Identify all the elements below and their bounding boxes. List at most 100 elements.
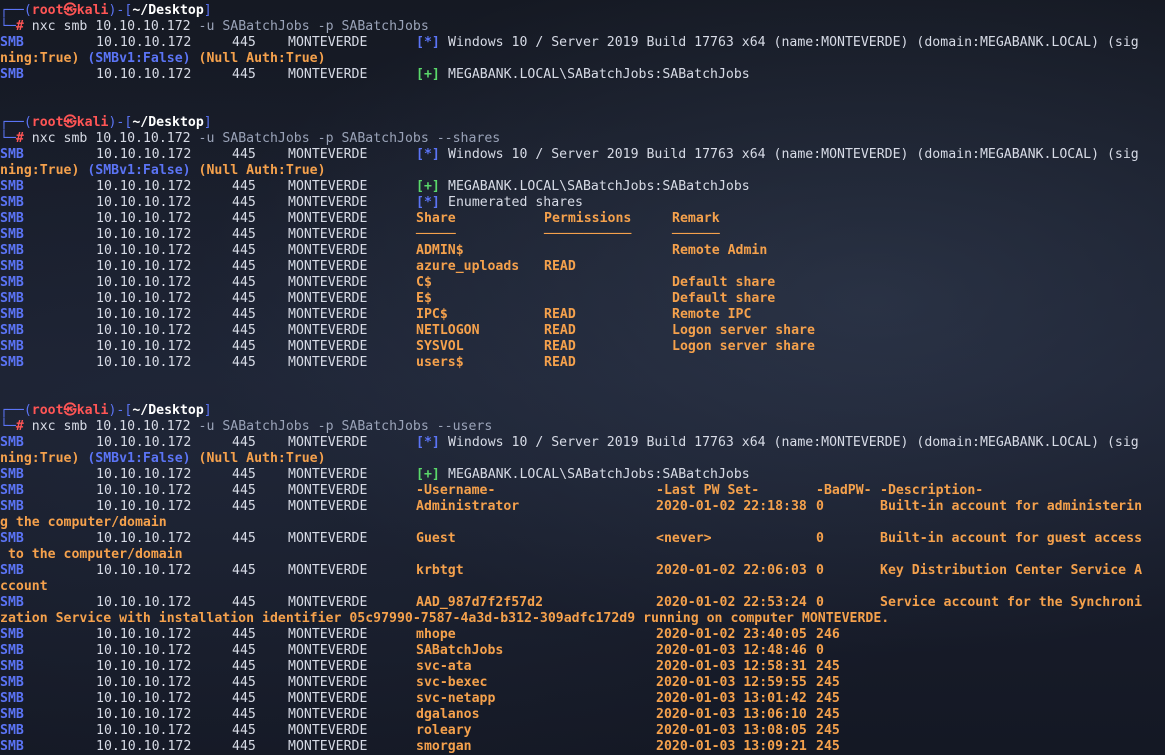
protocol-label: SMB (0, 35, 24, 50)
target-host: MONTEVERDE (288, 323, 368, 338)
prompt-header: ┌──(root㉿kali)-[~/Desktop] (0, 115, 212, 131)
target-port: 445 (232, 499, 256, 514)
command-args: -u SABatchJobs -p SABatchJobs --users (190, 419, 493, 434)
target-host: MONTEVERDE (288, 531, 368, 546)
smbv1-flag: (SMBv1:False) (87, 451, 191, 466)
user-name: krbtgt (416, 563, 464, 578)
share-remark: Remote IPC (672, 307, 752, 322)
target-ip: 10.10.10.172 (96, 339, 192, 354)
target-ip: 10.10.10.172 (96, 243, 192, 258)
auth-credentials: MEGABANK.LOCAL\SABatchJobs:SABatchJobs (448, 467, 750, 482)
share-remark: Remote Admin (672, 243, 768, 258)
protocol-label: SMB (0, 291, 24, 306)
protocol-label: SMB (0, 435, 24, 450)
host-info: Windows 10 / Server 2019 Build 17763 x64… (448, 435, 1139, 450)
description-col-header: -Description- (880, 483, 984, 498)
user-badpw: 0 (816, 595, 824, 610)
share-permission: READ (544, 339, 576, 354)
target-port: 445 (232, 179, 256, 194)
target-port: 445 (232, 67, 256, 82)
prompt-decoration: ┌──( (0, 115, 32, 130)
user-description-wrap-text: ccount (0, 579, 48, 594)
prompt-at-symbol: ㉿ (63, 403, 77, 418)
username-col-header: -Username- (416, 483, 496, 498)
remark-col-underline: ────── (672, 227, 720, 242)
user-name: mhope (416, 627, 456, 642)
target-host: MONTEVERDE (288, 179, 368, 194)
protocol-label: SMB (0, 259, 24, 274)
target-ip: 10.10.10.172 (96, 563, 192, 578)
user-name: roleary (416, 723, 472, 738)
target-port: 445 (232, 595, 256, 610)
target-host: MONTEVERDE (288, 707, 368, 722)
share-permission: READ (544, 355, 576, 370)
terminal-window[interactable]: ┌──(root㉿kali)-[~/Desktop] └─# nxc smb 10… (0, 0, 1165, 755)
status-marker: [*] (416, 195, 440, 210)
command-input[interactable]: └─# nxc smb 10.10.10.172 -u SABatchJobs … (0, 131, 500, 147)
target-host: MONTEVERDE (288, 659, 368, 674)
prompt-decoration (24, 131, 32, 146)
user-description: Key Distribution Center Service A (880, 563, 1143, 578)
auth-credentials: MEGABANK.LOCAL\SABatchJobs:SABatchJobs (448, 67, 750, 82)
target-port: 445 (232, 467, 256, 482)
protocol-label: SMB (0, 659, 24, 674)
user-last-pw: 2020-01-02 22:18:38 (656, 499, 807, 514)
protocol-label: SMB (0, 531, 24, 546)
protocol-label: SMB (0, 483, 24, 498)
target-ip: 10.10.10.172 (96, 643, 192, 658)
target-ip: 10.10.10.172 (96, 195, 192, 210)
target-host: MONTEVERDE (288, 739, 368, 754)
command-input[interactable]: └─# nxc smb 10.10.10.172 -u SABatchJobs … (0, 19, 429, 35)
smbv1-flag: (SMBv1:False) (87, 51, 191, 66)
target-host: MONTEVERDE (288, 259, 368, 274)
protocol-label: SMB (0, 707, 24, 722)
user-last-pw: 2020-01-03 12:58:31 (656, 659, 807, 674)
protocol-label: SMB (0, 323, 24, 338)
last-pw-col-header: -Last PW Set- (656, 483, 760, 498)
prompt-decoration (191, 451, 199, 466)
target-ip: 10.10.10.172 (96, 259, 192, 274)
user-last-pw: 2020-01-03 13:09:21 (656, 739, 807, 754)
prompt-decoration: ] (203, 115, 212, 130)
target-port: 445 (232, 531, 256, 546)
smbv1-flag: (SMBv1:False) (87, 163, 191, 178)
target-host: MONTEVERDE (288, 563, 368, 578)
command-input[interactable]: └─# nxc smb 10.10.10.172 -u SABatchJobs … (0, 419, 492, 435)
prompt-header: ┌──(root㉿kali)-[~/Desktop] (0, 3, 212, 19)
target-host: MONTEVERDE (288, 467, 368, 482)
share-remark: Logon server share (672, 339, 815, 354)
target-ip: 10.10.10.172 (96, 355, 192, 370)
user-description: Service account for the Synchroni (880, 595, 1143, 610)
host-info: Windows 10 / Server 2019 Build 17763 x64… (448, 147, 1139, 162)
prompt-decoration: )-[ (108, 3, 133, 18)
target-ip: 10.10.10.172 (96, 211, 192, 226)
user-badpw: 245 (816, 691, 840, 706)
target-host: MONTEVERDE (288, 291, 368, 306)
prompt-host: kali (76, 403, 109, 418)
prompt-directory: ~/Desktop (132, 115, 204, 130)
target-host: MONTEVERDE (288, 307, 368, 322)
target-ip: 10.10.10.172 (96, 531, 192, 546)
prompt-hash: # (15, 19, 24, 34)
share-col-header: Share (416, 211, 456, 226)
user-badpw: 0 (816, 563, 824, 578)
target-ip: 10.10.10.172 (96, 435, 192, 450)
protocol-label: SMB (0, 67, 24, 82)
user-description: Built-in account for guest access (880, 531, 1143, 546)
target-ip: 10.10.10.172 (96, 675, 192, 690)
share-name: users$ (416, 355, 464, 370)
protocol-label: SMB (0, 675, 24, 690)
target-port: 445 (232, 35, 256, 50)
protocol-label: SMB (0, 643, 24, 658)
user-badpw: 0 (816, 499, 824, 514)
user-last-pw: 2020-01-03 12:59:55 (656, 675, 807, 690)
target-port: 445 (232, 691, 256, 706)
prompt-decoration: ┌──( (0, 3, 32, 18)
protocol-label: SMB (0, 275, 24, 290)
protocol-label: SMB (0, 563, 24, 578)
target-port: 445 (232, 275, 256, 290)
host-info-wrap: ning:True) (SMBv1:False) (Null Auth:True… (0, 51, 326, 67)
prompt-header: ┌──(root㉿kali)-[~/Desktop] (0, 403, 212, 419)
user-description-wrap-text: to the computer/domain (0, 547, 183, 562)
target-port: 445 (232, 355, 256, 370)
